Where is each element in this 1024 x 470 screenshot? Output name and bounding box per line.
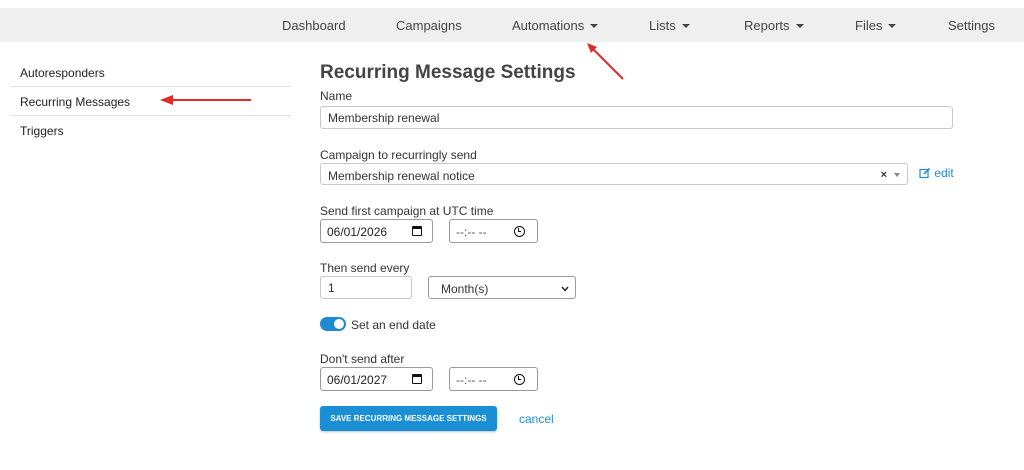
end-date-toggle-label: Set an end date <box>351 318 436 332</box>
name-field[interactable] <box>320 106 953 129</box>
chevron-down-icon <box>561 286 569 292</box>
edit-campaign-link[interactable]: edit <box>919 166 954 180</box>
clear-icon[interactable]: × <box>881 169 887 181</box>
chevron-down-icon <box>894 173 900 177</box>
first-send-time-value: --:-- -- <box>456 225 487 239</box>
chevron-down-icon <box>795 24 804 28</box>
first-send-date-value: 06/01/2026 <box>327 225 388 239</box>
save-button[interactable]: SAVE RECURRING MESSAGE SETTINGS <box>320 406 497 431</box>
sidebar-item-recurring-messages[interactable]: Recurring Messages <box>10 87 291 116</box>
campaign-label: Campaign to recurringly send <box>320 148 477 162</box>
sidebar-item-triggers[interactable]: Triggers <box>10 116 291 145</box>
nav-campaigns[interactable]: Campaigns <box>396 18 462 33</box>
edit-icon <box>919 167 931 179</box>
nav-reports[interactable]: Reports <box>744 18 804 33</box>
end-date-field[interactable]: 06/01/2027 <box>320 367 433 391</box>
first-send-label: Send first campaign at UTC time <box>320 204 494 218</box>
sidebar-item-label: Autoresponders <box>20 66 105 80</box>
dont-send-label: Don't send after <box>320 352 405 366</box>
end-date-toggle[interactable] <box>320 317 346 331</box>
end-time-value: --:-- -- <box>456 373 487 387</box>
campaign-select-value: Membership renewal notice <box>328 169 475 183</box>
sidebar-item-autoresponders[interactable]: Autoresponders <box>10 58 291 87</box>
end-time-field[interactable]: --:-- -- <box>449 367 538 391</box>
campaign-select[interactable]: Membership renewal notice × <box>320 163 908 185</box>
nav-settings[interactable]: Settings <box>948 18 995 33</box>
calendar-icon[interactable] <box>412 374 422 384</box>
toggle-knob <box>334 319 344 329</box>
interval-unit-value: Month(s) <box>441 282 489 296</box>
nav-lists-label: Lists <box>649 18 676 33</box>
interval-unit-select[interactable]: Month(s) <box>428 276 576 299</box>
sidebar-item-label: Triggers <box>20 124 64 138</box>
nav-dashboard[interactable]: Dashboard <box>282 18 346 33</box>
name-label: Name <box>320 89 353 103</box>
calendar-icon[interactable] <box>412 226 422 236</box>
interval-label: Then send every <box>320 261 410 275</box>
clock-icon[interactable] <box>514 226 525 237</box>
chevron-down-icon <box>681 24 690 28</box>
nav-automations-label: Automations <box>512 18 585 33</box>
top-navigation: Dashboard Campaigns Automations Lists Re… <box>0 8 1024 42</box>
interval-field[interactable] <box>320 276 412 299</box>
nav-lists[interactable]: Lists <box>649 18 690 33</box>
nav-automations[interactable]: Automations <box>512 18 599 33</box>
end-date-value: 06/01/2027 <box>327 373 388 387</box>
first-send-time-field[interactable]: --:-- -- <box>449 219 538 243</box>
nav-files-label: Files <box>855 18 883 33</box>
chevron-down-icon <box>888 24 897 28</box>
arrow-to-automations <box>587 43 624 80</box>
first-send-date-field[interactable]: 06/01/2026 <box>320 219 433 243</box>
clock-icon[interactable] <box>514 374 525 385</box>
chevron-down-icon <box>590 24 599 28</box>
nav-files[interactable]: Files <box>855 18 897 33</box>
edit-label: edit <box>934 166 954 180</box>
sidebar-item-label: Recurring Messages <box>20 95 131 109</box>
page-title: Recurring Message Settings <box>320 62 576 83</box>
cancel-link[interactable]: cancel <box>519 412 554 426</box>
nav-reports-label: Reports <box>744 18 790 33</box>
